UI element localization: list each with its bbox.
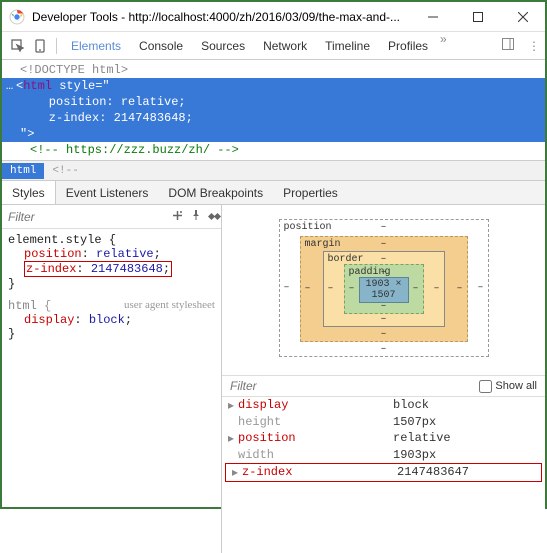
tab-timeline[interactable]: Timeline xyxy=(316,32,379,59)
val-position[interactable]: relative xyxy=(96,247,154,261)
computed-list: ▸displayblockheight1507px▸positionrelati… xyxy=(222,397,545,482)
dock-icon[interactable] xyxy=(502,38,514,53)
val-zindex[interactable]: 2147483648 xyxy=(91,262,163,276)
ua-label: user agent stylesheet xyxy=(124,299,215,311)
prop-position[interactable]: position xyxy=(24,247,82,261)
box-model[interactable]: position –––– margin –––– border –––– pa… xyxy=(222,205,545,375)
expand-triangle-icon[interactable]: ▸ xyxy=(228,398,238,413)
computed-val: 1507px xyxy=(393,415,436,429)
computed-filter-input[interactable] xyxy=(230,379,479,393)
margin-label: margin xyxy=(305,239,341,250)
computed-val: block xyxy=(393,398,429,413)
chrome-icon xyxy=(9,9,25,25)
computed-row[interactable]: width1903px xyxy=(222,447,545,463)
tab-console[interactable]: Console xyxy=(130,32,192,59)
separator xyxy=(56,38,57,54)
prop-display[interactable]: display xyxy=(24,313,74,327)
tab-elements[interactable]: Elements xyxy=(62,32,130,59)
subtab-dom-breakpoints[interactable]: DOM Breakpoints xyxy=(158,181,273,204)
computed-prop: z-index xyxy=(242,465,397,480)
menu-icon[interactable]: ⋮ xyxy=(528,39,540,53)
computed-row[interactable]: ▸displayblock xyxy=(222,397,545,414)
computed-row[interactable]: height1507px xyxy=(222,414,545,430)
dom-tree[interactable]: <!DOCTYPE html> …<html style=" position:… xyxy=(2,60,545,161)
expand-triangle-icon[interactable]: ▸ xyxy=(228,431,238,446)
subtab-properties[interactable]: Properties xyxy=(273,181,348,204)
computed-row[interactable]: ▸z-index2147483647 xyxy=(225,463,542,482)
device-icon[interactable] xyxy=(29,39,51,53)
expand-arrow-icon[interactable]: … xyxy=(6,79,13,93)
doctype-line: <!DOCTYPE html> xyxy=(20,63,128,77)
styles-filter-input[interactable] xyxy=(8,210,165,224)
computed-row[interactable]: ▸positionrelative xyxy=(222,430,545,447)
rule-selector[interactable]: element.style xyxy=(8,233,102,247)
expand-triangle-icon[interactable]: ▸ xyxy=(232,465,242,480)
close-button[interactable] xyxy=(500,2,545,32)
more-tabs-icon[interactable]: » xyxy=(440,32,447,59)
showall-checkbox[interactable]: Show all xyxy=(479,380,537,393)
inspect-icon[interactable] xyxy=(7,39,29,53)
minimize-button[interactable] xyxy=(410,2,455,32)
computed-prop: height xyxy=(238,415,393,429)
computed-prop: display xyxy=(238,398,393,413)
val-display[interactable]: block xyxy=(89,313,125,327)
position-label: position xyxy=(284,222,332,233)
zindex-highlight: z-index: 2147483648; xyxy=(24,261,172,277)
new-rule-icon[interactable] xyxy=(171,209,184,225)
breadcrumb-html[interactable]: html xyxy=(2,163,44,179)
computed-prop: position xyxy=(238,431,393,446)
computed-val: 2147483647 xyxy=(397,465,469,480)
computed-prop: width xyxy=(238,448,393,462)
content-size: 1903 × 1507 xyxy=(359,277,409,303)
style-line-2: z-index: 2147483648; xyxy=(2,110,545,126)
style-line-1: position: relative; xyxy=(2,94,545,110)
expand-triangle-icon[interactable] xyxy=(228,448,238,462)
window-title: Developer Tools - http://localhost:4000/… xyxy=(32,10,410,24)
expand-triangle-icon[interactable] xyxy=(228,415,238,429)
computed-val: relative xyxy=(393,431,451,446)
prop-zindex[interactable]: z-index xyxy=(26,262,76,276)
computed-val: 1903px xyxy=(393,448,436,462)
html-tag: html xyxy=(23,79,52,93)
style-close: "> xyxy=(2,126,545,142)
comment-line: <!-- https://zzz.buzz/zh/ --> xyxy=(20,143,239,157)
tab-sources[interactable]: Sources xyxy=(192,32,254,59)
tab-network[interactable]: Network xyxy=(254,32,316,59)
hover-icon[interactable] xyxy=(208,209,221,225)
subtab-event-listeners[interactable]: Event Listeners xyxy=(56,181,159,204)
pin-icon[interactable] xyxy=(190,209,202,224)
rule2-selector[interactable]: html xyxy=(8,299,37,313)
maximize-button[interactable] xyxy=(455,2,500,32)
subtab-styles[interactable]: Styles xyxy=(2,181,56,204)
breadcrumb-comment[interactable]: <!-- xyxy=(44,163,86,179)
tab-profiles[interactable]: Profiles xyxy=(379,32,437,59)
